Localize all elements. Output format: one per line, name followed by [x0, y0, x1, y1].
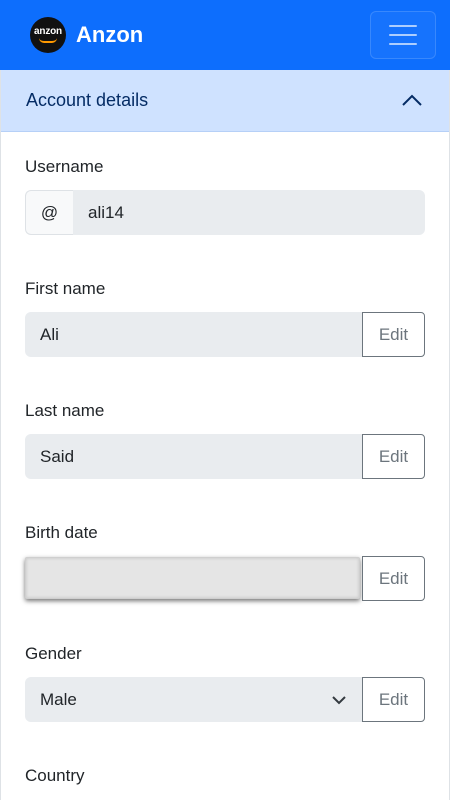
birth-date-input-group: Edit — [25, 556, 425, 601]
edit-last-name-button[interactable]: Edit — [362, 434, 425, 479]
first-name-input-group: Ali Edit — [25, 312, 425, 357]
edit-first-name-button[interactable]: Edit — [362, 312, 425, 357]
username-input-group: @ ali14 — [25, 190, 425, 235]
last-name-input-group: Said Edit — [25, 434, 425, 479]
first-name-label: First name — [25, 279, 106, 298]
gender-selected-value: Male — [40, 689, 77, 709]
at-prefix: @ — [25, 190, 73, 235]
navbar-toggle-button[interactable] — [370, 11, 436, 59]
logo-smile-icon — [39, 38, 57, 43]
accordion-title: Account details — [26, 90, 149, 110]
last-name-label: Last name — [25, 401, 105, 420]
country-field: Country — [25, 766, 425, 799]
brand-link[interactable]: anzon Anzon — [30, 17, 143, 53]
hamburger-icon — [389, 25, 417, 27]
gender-label: Gender — [25, 644, 82, 663]
birth-date-input[interactable] — [25, 557, 360, 599]
accordion-header-button[interactable]: Account details — [1, 70, 449, 132]
brand-name: Anzon — [76, 22, 144, 47]
username-field: Username @ ali14 — [25, 157, 425, 235]
first-name-input[interactable]: Ali — [25, 312, 362, 357]
gender-input-group: Male Edit — [25, 677, 425, 722]
birth-date-field: Birth date Edit — [25, 523, 425, 601]
country-label: Country — [25, 766, 85, 785]
edit-birth-date-button[interactable]: Edit — [362, 556, 425, 601]
gender-select[interactable]: Male — [25, 677, 362, 722]
edit-gender-button[interactable]: Edit — [362, 677, 425, 722]
brand-logo: anzon — [30, 17, 66, 53]
last-name-field: Last name Said Edit — [25, 401, 425, 479]
username-input[interactable]: ali14 — [73, 190, 425, 235]
chevron-up-icon — [402, 94, 422, 106]
username-label: Username — [25, 157, 104, 176]
chevron-down-icon — [332, 695, 346, 704]
logo-text: anzon — [34, 26, 62, 37]
gender-field: Gender Male Edit — [25, 644, 425, 722]
first-name-field: First name Ali Edit — [25, 279, 425, 357]
navbar: anzon Anzon — [0, 0, 450, 70]
last-name-input[interactable]: Said — [25, 434, 362, 479]
birth-date-label: Birth date — [25, 523, 98, 542]
